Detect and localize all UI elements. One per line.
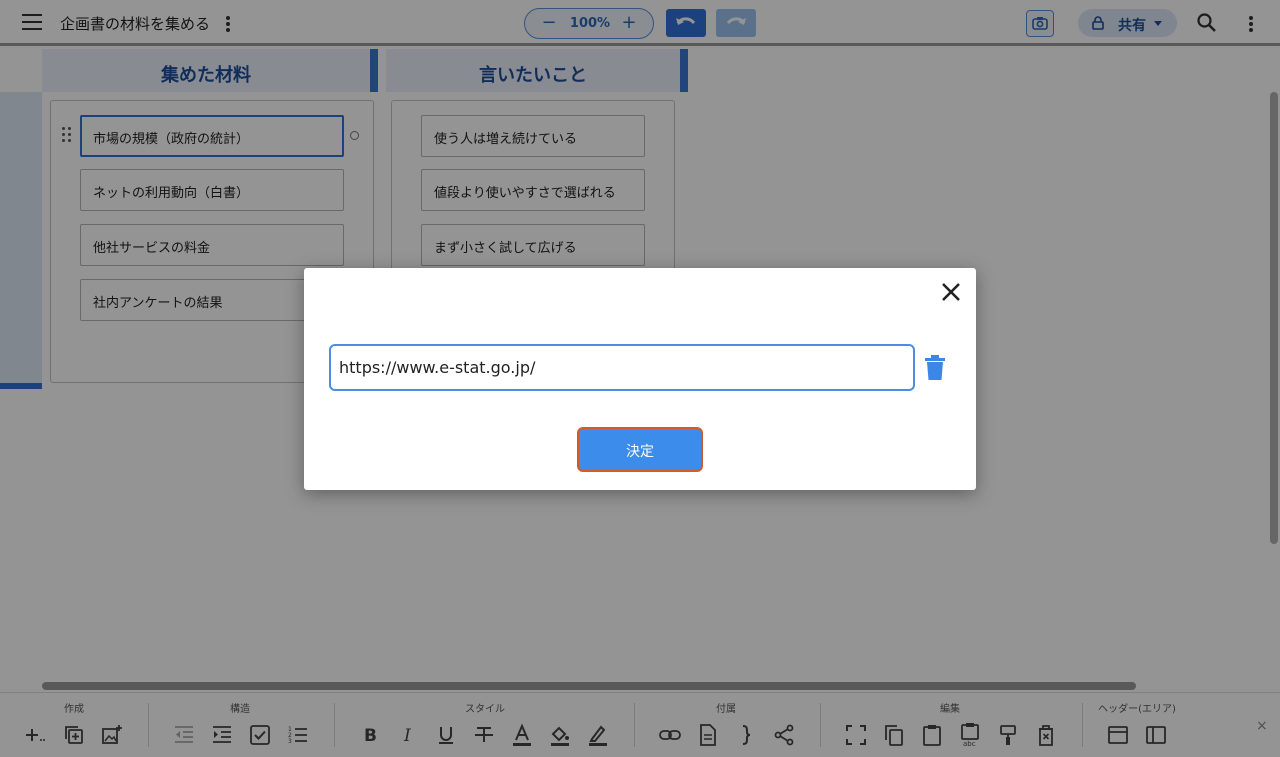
confirm-button[interactable]: 決定 [577, 427, 703, 472]
close-icon[interactable] [940, 281, 962, 303]
trash-icon[interactable] [924, 355, 946, 381]
url-input[interactable]: https://www.e-stat.go.jp/ [329, 344, 915, 391]
link-dialog: https://www.e-stat.go.jp/ 決定 [304, 268, 976, 490]
